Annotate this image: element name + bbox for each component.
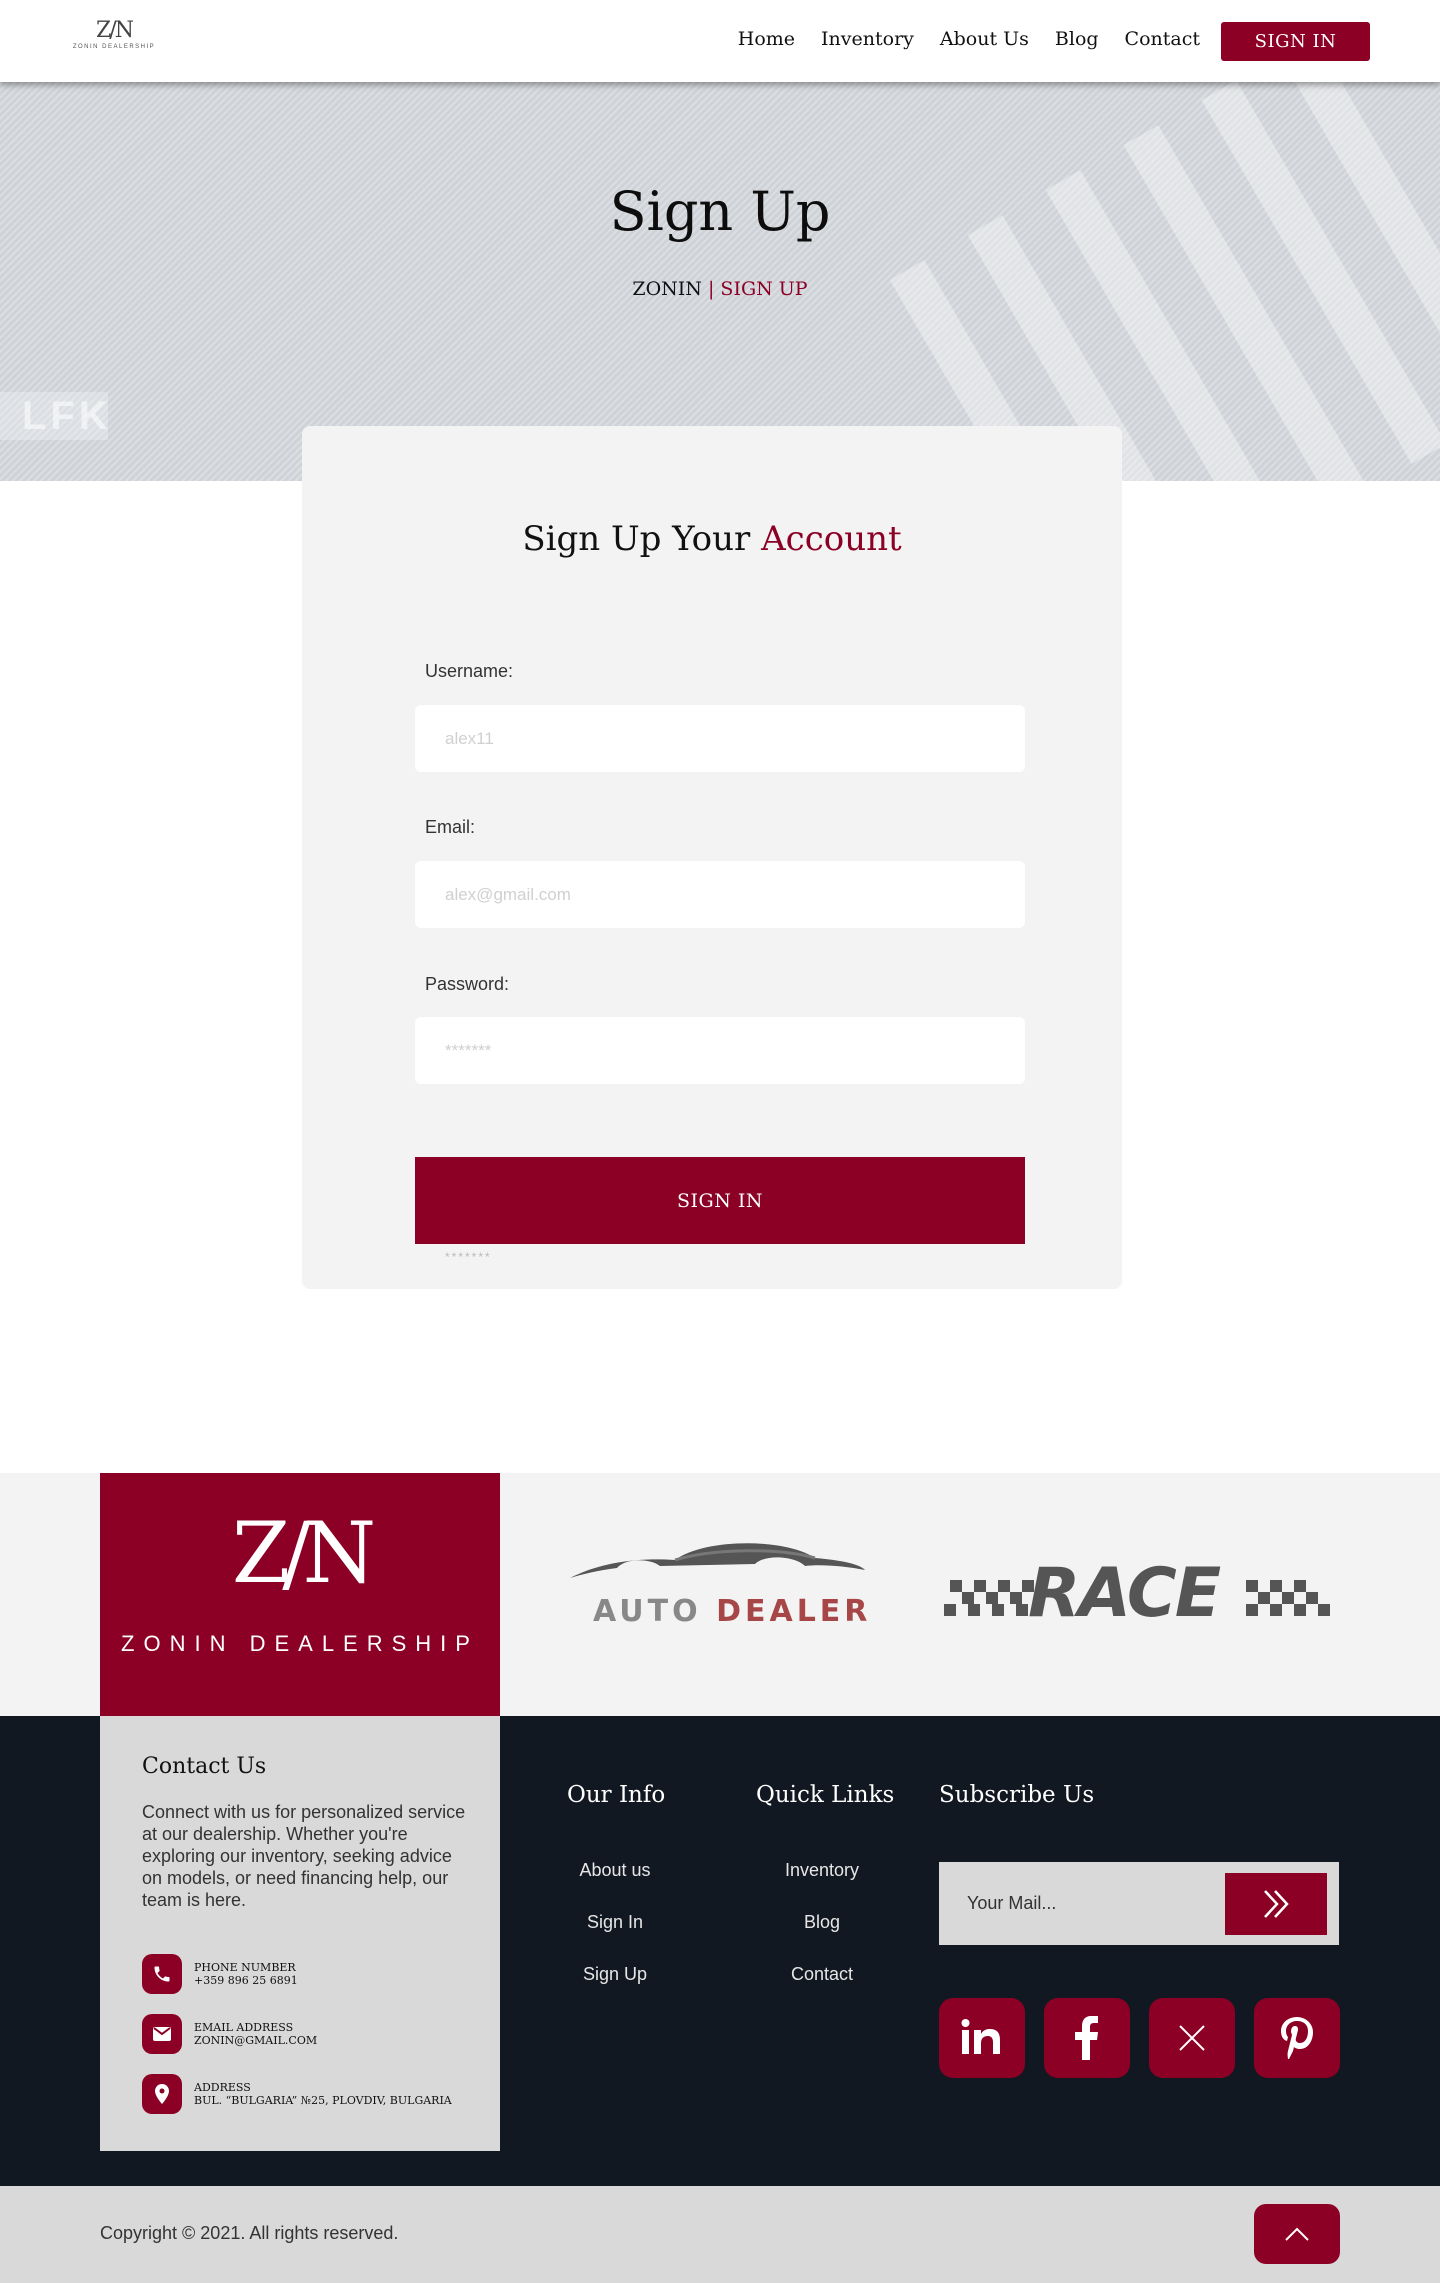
- phone-icon: [142, 1954, 182, 1994]
- stray-password-placeholder: *******: [445, 1250, 492, 1264]
- nav-link-about-us[interactable]: About Us: [940, 28, 1029, 50]
- nav-link-home[interactable]: Home: [738, 28, 795, 50]
- signup-card: Sign Up Your Account Username: Email: Pa…: [302, 426, 1122, 1289]
- footer-link-sign-in[interactable]: Sign In: [560, 1912, 670, 1933]
- contact-text: Connect with us for personalized service…: [142, 1802, 466, 1910]
- footer-link-inventory[interactable]: Inventory: [767, 1860, 877, 1881]
- double-chevron-right-icon: [1264, 1890, 1289, 1918]
- phone-label: PHONE NUMBER: [194, 1961, 296, 1974]
- breadcrumb: ZONIN | SIGN UP: [0, 278, 1440, 300]
- footer-link-about-us[interactable]: About us: [560, 1860, 670, 1881]
- scroll-to-top-button[interactable]: [1254, 2204, 1340, 2264]
- nav-link-contact[interactable]: Contact: [1125, 28, 1200, 50]
- pinterest-button[interactable]: [1254, 1998, 1340, 2078]
- phone-value: +359 896 25 6891: [194, 1974, 298, 1987]
- nav-signin-button[interactable]: SIGN IN: [1221, 22, 1370, 61]
- signup-title-plain: Sign Up Your: [522, 519, 762, 559]
- password-label: Password:: [425, 974, 510, 994]
- breadcrumb-home[interactable]: ZONIN: [632, 278, 702, 300]
- contact-address[interactable]: ADDRESS BUL. “BULGARIA” №25, PLOVDIV, BU…: [142, 2074, 452, 2114]
- zonin-brand-mark: Z/N: [231, 1504, 376, 1602]
- hero-banner: LFK Sign Up ZONIN | SIGN UP: [0, 82, 1440, 481]
- race-logo: RACE: [940, 1554, 1340, 1633]
- hero-license-plate: LFK: [0, 392, 108, 440]
- signup-submit-button[interactable]: SIGN IN: [415, 1157, 1025, 1244]
- nav-link-inventory[interactable]: Inventory: [821, 28, 914, 50]
- top-navbar: Z/N ZONIN DEALERSHIP Home Inventory Abou…: [0, 0, 1440, 82]
- autodealer-word-auto: AUTO: [593, 1594, 717, 1629]
- race-wordmark: RACE: [1028, 1554, 1221, 1633]
- address-value: BUL. “BULGARIA” №25, PLOVDIV, BULGARIA: [194, 2094, 452, 2107]
- linkedin-icon: [961, 2019, 1000, 2054]
- contact-card: Contact Us Connect with us for personali…: [100, 1716, 500, 2151]
- nav-links: Home Inventory About Us Blog Contact: [738, 28, 1200, 50]
- email-label: EMAIL ADDRESS: [194, 2021, 294, 2034]
- footer-link-contact[interactable]: Contact: [767, 1964, 877, 1985]
- subscribe-email-input[interactable]: [939, 1862, 1219, 1945]
- site-logo[interactable]: Z/N ZONIN DEALERSHIP: [72, 18, 156, 64]
- x-icon: [1179, 2025, 1205, 2051]
- subscribe-title: Subscribe Us: [939, 1782, 1095, 1808]
- facebook-icon: [1075, 2016, 1098, 2060]
- email-value: ZONIN@GMAIL.COM: [194, 2034, 318, 2047]
- footer-link-sign-up[interactable]: Sign Up: [560, 1964, 670, 1985]
- breadcrumb-current: SIGN UP: [720, 278, 808, 300]
- autodealer-logo: AUTO DEALER: [565, 1530, 875, 1640]
- contact-title: Contact Us: [142, 1754, 267, 1779]
- our-info-title: Our Info: [567, 1782, 666, 1808]
- mail-icon: [142, 2014, 182, 2054]
- autodealer-wordmark: AUTO DEALER: [593, 1594, 871, 1629]
- username-label: Username:: [425, 661, 514, 681]
- page-title: Sign Up: [609, 180, 831, 243]
- password-input[interactable]: [415, 1017, 1025, 1084]
- facebook-button[interactable]: [1044, 1998, 1130, 2078]
- linkedin-button[interactable]: [939, 1998, 1025, 2078]
- email-label: Email:: [425, 817, 476, 837]
- nav-link-blog[interactable]: Blog: [1055, 28, 1099, 50]
- chevron-up-icon: [1285, 2227, 1309, 2241]
- copyright-text: Copyright © 2021. All rights reserved.: [100, 2223, 399, 2243]
- pinterest-icon: [1281, 2017, 1313, 2059]
- logo-mark: Z/N: [96, 18, 134, 43]
- logo-wordmark: ZONIN DEALERSHIP: [72, 44, 156, 50]
- contact-phone[interactable]: PHONE NUMBER +359 896 25 6891: [142, 1954, 298, 1994]
- footer-link-blog[interactable]: Blog: [767, 1912, 877, 1933]
- email-input[interactable]: [415, 861, 1025, 928]
- autodealer-word-dealer: DEALER: [716, 1594, 872, 1629]
- address-label: ADDRESS: [194, 2081, 251, 2094]
- breadcrumb-separator: |: [701, 278, 721, 300]
- subscribe-submit-button[interactable]: [1225, 1873, 1327, 1935]
- x-button[interactable]: [1149, 1998, 1235, 2078]
- username-input[interactable]: [415, 705, 1025, 772]
- zonin-brand-word: ZONIN DEALERSHIP: [121, 1631, 479, 1656]
- contact-email[interactable]: EMAIL ADDRESS ZONIN@GMAIL.COM: [142, 2014, 317, 2054]
- quick-links-title: Quick Links: [756, 1782, 895, 1808]
- location-pin-icon: [142, 2074, 182, 2114]
- zonin-brand-logo: Z/N ZONIN DEALERSHIP: [100, 1473, 500, 1716]
- subscribe-form: [939, 1862, 1339, 1945]
- signup-title: Sign Up Your Account: [302, 519, 1122, 559]
- signup-title-accent: Account: [761, 519, 902, 559]
